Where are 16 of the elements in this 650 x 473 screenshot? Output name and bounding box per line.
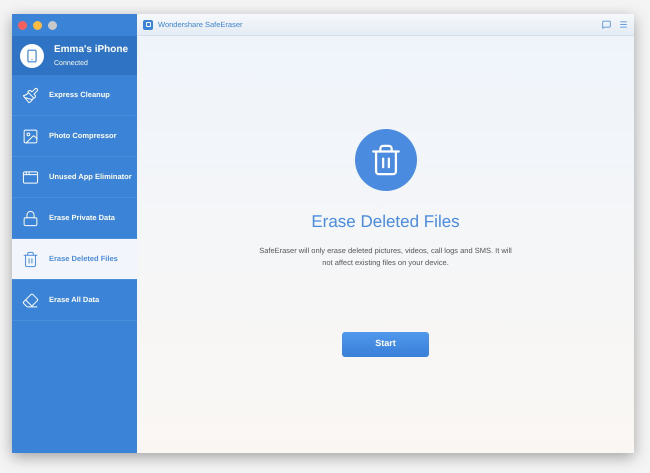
start-button[interactable]: Start (342, 332, 429, 356)
zoom-button[interactable] (48, 20, 57, 30)
app-icon (22, 168, 39, 186)
menu-icon[interactable] (619, 20, 628, 29)
image-icon (22, 128, 39, 144)
eraser-icon (22, 292, 39, 308)
lock-icon (22, 210, 39, 226)
close-button[interactable] (18, 20, 27, 30)
minimize-button[interactable] (33, 20, 42, 30)
feedback-icon[interactable] (602, 20, 611, 29)
heading: Erase Deleted Files (311, 211, 460, 233)
brush-icon (22, 86, 39, 104)
app-logo-icon (143, 20, 153, 30)
trash-icon (22, 250, 39, 268)
phone-icon (20, 44, 44, 68)
device-name: Emma's iPhone (54, 42, 128, 57)
